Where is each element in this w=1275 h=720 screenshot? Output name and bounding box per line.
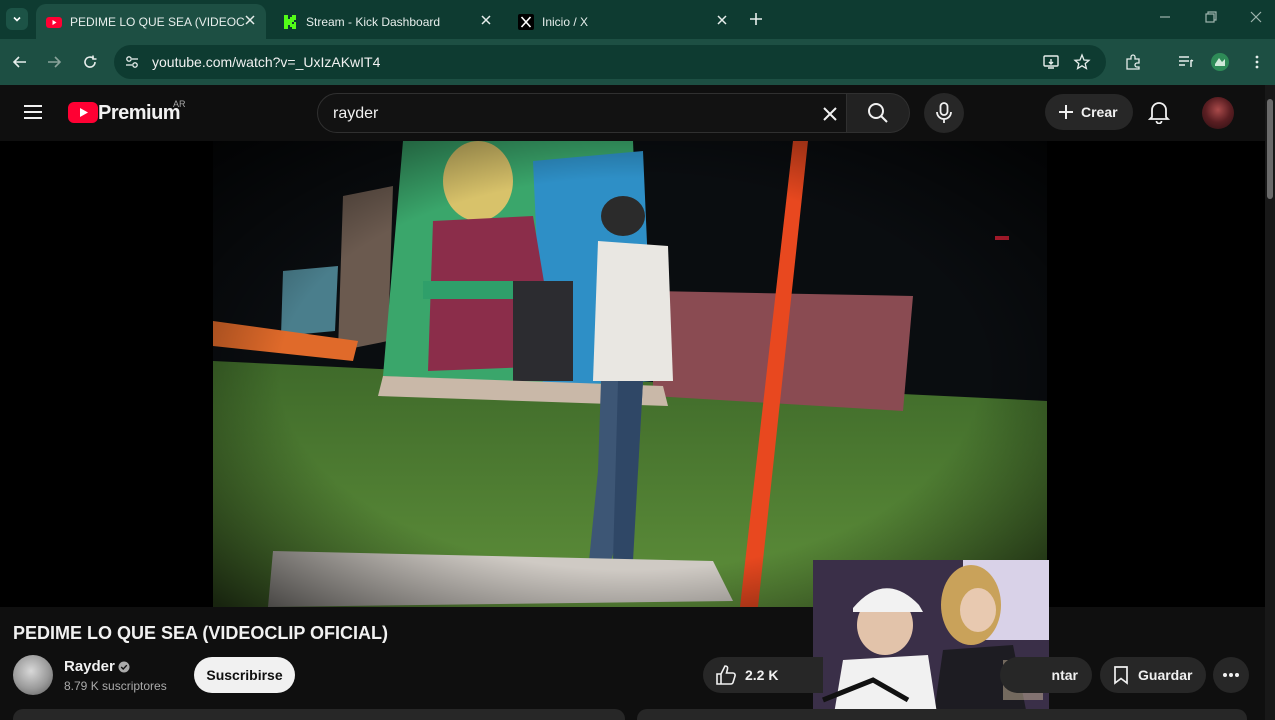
- tab-x[interactable]: Inicio / X: [508, 4, 738, 39]
- back-button[interactable]: [10, 52, 30, 72]
- youtube-premium-logo[interactable]: Premium: [98, 102, 181, 125]
- close-tab-icon[interactable]: [716, 14, 728, 26]
- create-button[interactable]: Crear: [1045, 94, 1133, 130]
- tab-youtube[interactable]: PEDIME LO QUE SEA (VIDEOCLIP OFICIAL) - …: [36, 4, 266, 39]
- more-horizontal-icon: [1223, 673, 1239, 677]
- bookmark-icon: [1114, 666, 1128, 685]
- youtube-logo-icon[interactable]: [68, 102, 98, 123]
- tab-kick[interactable]: Stream - Kick Dashboard: [272, 4, 502, 39]
- subscribe-button[interactable]: Suscribirse: [194, 657, 295, 693]
- arrow-left-icon: [12, 56, 26, 68]
- video-content-image: [213, 141, 1047, 607]
- close-window-icon[interactable]: [1249, 10, 1263, 24]
- site-settings-icon[interactable]: [124, 54, 140, 70]
- more-actions-button[interactable]: [1213, 657, 1249, 693]
- install-app-icon[interactable]: [1042, 53, 1060, 71]
- kebab-menu-icon: [1255, 55, 1259, 69]
- browser-toolbar: youtube.com/watch?v=_UxIzAKwIT4: [0, 39, 1275, 85]
- kick-icon: [284, 14, 296, 29]
- arrow-right-icon: [48, 56, 62, 68]
- search-box[interactable]: rayder: [317, 93, 847, 133]
- video-player[interactable]: [0, 141, 1265, 607]
- channel-name[interactable]: Rayder: [64, 658, 115, 675]
- thumbs-up-icon: [716, 665, 736, 685]
- related-panel[interactable]: [637, 709, 1247, 720]
- description-box[interactable]: [13, 709, 625, 720]
- forward-button[interactable]: [44, 52, 64, 72]
- tab-title: PEDIME LO QUE SEA (VIDEOCLIP OFICIAL) - …: [70, 14, 245, 29]
- tab-title: Stream - Kick Dashboard: [306, 14, 441, 29]
- minimize-icon[interactable]: [1158, 10, 1172, 24]
- like-count: 2.2 K: [745, 667, 779, 683]
- search-input[interactable]: rayder: [333, 105, 378, 123]
- youtube-header: Premium AR rayder Crear: [0, 85, 1265, 141]
- page-scrollbar[interactable]: [1265, 85, 1275, 720]
- subscriber-count: 8.79 K suscriptores: [64, 679, 167, 693]
- tab-search-button[interactable]: [6, 8, 28, 30]
- microphone-icon: [936, 102, 952, 123]
- share-button[interactable]: ntar: [1000, 657, 1092, 693]
- youtube-icon: [46, 16, 62, 28]
- save-button[interactable]: Guardar: [1100, 657, 1206, 693]
- close-tab-icon[interactable]: [480, 14, 492, 26]
- reload-icon: [84, 55, 97, 68]
- playlist-icon: [1179, 56, 1194, 67]
- search-icon: [868, 103, 888, 123]
- search-button[interactable]: [847, 93, 910, 133]
- verified-badge-icon: [118, 661, 130, 673]
- notifications-bell-icon[interactable]: [1148, 100, 1170, 124]
- hamburger-menu-icon[interactable]: [23, 104, 43, 120]
- scrollbar-thumb[interactable]: [1267, 99, 1273, 199]
- address-bar[interactable]: youtube.com/watch?v=_UxIzAKwIT4: [114, 45, 1106, 79]
- profile-button[interactable]: [1210, 52, 1230, 72]
- restore-icon[interactable]: [1204, 10, 1218, 24]
- media-controls-button[interactable]: [1176, 52, 1196, 72]
- like-button[interactable]: 2.2 K: [703, 657, 823, 693]
- close-tab-icon[interactable]: [244, 14, 256, 26]
- create-label: Crear: [1081, 104, 1118, 120]
- video-frame[interactable]: [213, 141, 1047, 607]
- clear-search-icon[interactable]: [821, 105, 839, 123]
- profile-avatar-icon: [1211, 53, 1229, 71]
- webcam-overlay: [813, 560, 1049, 720]
- region-code: AR: [173, 99, 186, 109]
- plus-icon: [1059, 105, 1073, 119]
- browser-tab-strip: PEDIME LO QUE SEA (VIDEOCLIP OFICIAL) - …: [0, 0, 1275, 39]
- voice-search-button[interactable]: [924, 93, 964, 133]
- account-avatar[interactable]: [1202, 97, 1234, 129]
- new-tab-icon[interactable]: [748, 11, 764, 27]
- chevron-down-icon: [13, 16, 21, 22]
- video-title: PEDIME LO QUE SEA (VIDEOCLIP OFICIAL): [13, 623, 389, 643]
- puzzle-icon: [1126, 54, 1140, 70]
- extensions-button[interactable]: [1123, 52, 1143, 72]
- channel-avatar[interactable]: [13, 655, 53, 695]
- x-icon: [518, 13, 534, 30]
- webcam-image: [813, 560, 1049, 720]
- save-label: Guardar: [1138, 667, 1193, 683]
- tab-title: Inicio / X: [542, 14, 589, 29]
- url-text: youtube.com/watch?v=_UxIzAKwIT4: [152, 54, 381, 70]
- reload-button[interactable]: [80, 52, 100, 72]
- bookmark-star-icon[interactable]: [1073, 53, 1091, 71]
- browser-menu-button[interactable]: [1247, 52, 1267, 72]
